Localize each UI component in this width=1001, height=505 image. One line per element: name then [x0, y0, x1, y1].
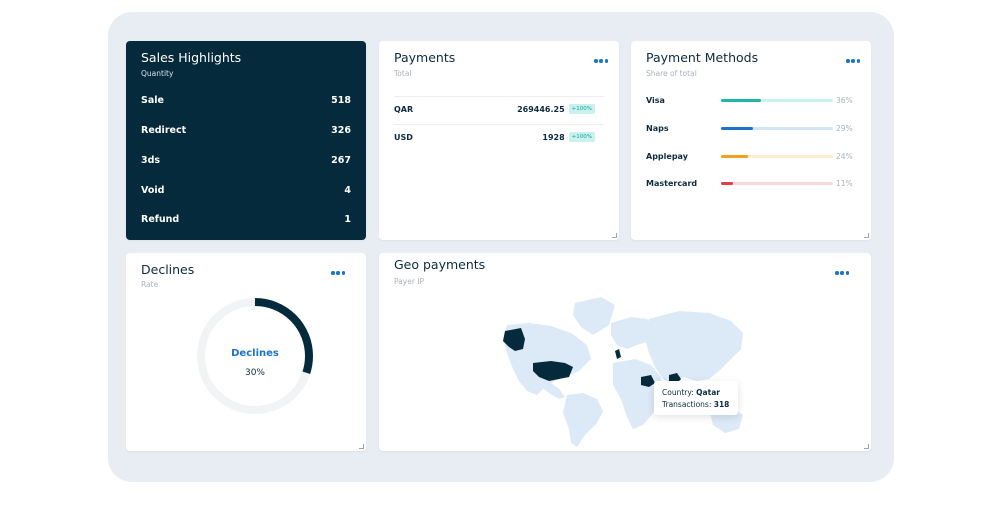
payment-methods-card: Payment Methods Share of total Visa 36% Na… — [631, 41, 871, 240]
card-title: Payments — [394, 50, 456, 65]
sales-row: Refund 1 — [141, 214, 351, 225]
resize-grip-icon[interactable] — [612, 233, 617, 238]
sales-row-label: Void — [141, 185, 165, 196]
sales-row-label: Sale — [141, 95, 164, 106]
map-greenland[interactable] — [573, 297, 615, 335]
payments-card: Payments Total QAR 269446.25 +100% USD 1… — [379, 41, 619, 240]
card-subtitle: Quantity — [141, 69, 174, 78]
payment-method-name: Visa — [646, 96, 665, 105]
tooltip-transactions: 318 — [713, 400, 730, 409]
card-title: Payment Methods — [646, 50, 759, 65]
donut-center-value: 30% — [244, 368, 265, 378]
sales-row-label: Redirect — [141, 125, 187, 136]
tooltip-country: Qatar — [696, 388, 720, 397]
map-south-america[interactable] — [563, 393, 603, 447]
payment-currency: USD — [394, 132, 413, 142]
declines-card: Declines Rate Declines 30% — [126, 253, 366, 451]
payment-method-bar — [721, 155, 833, 158]
change-badge: +100% — [568, 132, 595, 142]
payment-row: USD 1928 +100% — [394, 132, 595, 142]
card-subtitle: Share of total — [646, 69, 697, 78]
payment-method-name: Applepay — [646, 152, 688, 161]
payment-method-bar — [721, 99, 833, 102]
payment-amount: 1928 — [542, 132, 565, 142]
sales-row: Redirect 326 — [141, 125, 351, 136]
sales-row: Void 4 — [141, 185, 351, 196]
sales-row: 3ds 267 — [141, 155, 351, 166]
map-central-america[interactable] — [539, 381, 565, 399]
payment-method-bar-fill — [721, 127, 754, 130]
resize-grip-icon[interactable] — [359, 444, 364, 449]
payment-method-bar-fill — [721, 155, 748, 158]
sales-row-value: 326 — [331, 125, 351, 136]
payment-method-row: Naps 29% — [646, 124, 856, 136]
payment-method-row: Applepay 24% — [646, 152, 856, 164]
map-asia[interactable] — [645, 311, 743, 385]
payment-row: QAR 269446.25 +100% — [394, 104, 595, 114]
payment-currency: QAR — [394, 104, 414, 114]
payment-amount: 269446.25 — [517, 104, 565, 114]
more-options-icon[interactable] — [594, 59, 608, 63]
sales-row: Sale 518 — [141, 95, 351, 106]
payment-method-bar — [721, 127, 833, 130]
divider — [394, 124, 604, 125]
map-uk[interactable] — [615, 349, 621, 359]
sales-row-label: 3ds — [141, 155, 161, 166]
more-options-icon[interactable] — [846, 59, 860, 63]
payment-method-row: Mastercard 11% — [646, 179, 856, 191]
sales-row-value: 4 — [344, 185, 351, 196]
world-map[interactable] — [379, 253, 871, 451]
geo-payments-card: Geo payments Payer IP — [379, 253, 871, 451]
payment-method-pct: 11% — [836, 179, 853, 188]
sales-row-value: 1 — [344, 214, 351, 225]
payment-method-pct: 24% — [836, 152, 853, 161]
resize-grip-icon[interactable] — [864, 444, 869, 449]
card-title: Sales Highlights — [141, 50, 242, 65]
sales-row-value: 267 — [331, 155, 351, 166]
payment-method-bar-fill — [721, 182, 734, 185]
payment-method-bar-fill — [721, 99, 762, 102]
donut-center-label: Declines — [231, 348, 279, 359]
tooltip-country-line: Country: Qatar — [662, 388, 720, 397]
change-badge: +100% — [568, 104, 595, 114]
card-subtitle: Total — [394, 69, 412, 78]
payment-method-row: Visa 36% — [646, 96, 856, 108]
sales-row-value: 518 — [331, 95, 351, 106]
payment-method-pct: 36% — [836, 96, 853, 105]
resize-grip-icon[interactable] — [864, 233, 869, 238]
payment-method-name: Naps — [646, 124, 669, 133]
divider — [394, 96, 604, 97]
tooltip-transactions-line: Transactions: 318 — [662, 400, 730, 409]
payment-method-name: Mastercard — [646, 179, 698, 188]
sales-row-label: Refund — [141, 214, 180, 225]
payment-method-pct: 29% — [836, 124, 853, 133]
sales-highlights-card: Sales Highlights Quantity Sale 518 Redir… — [126, 41, 366, 240]
payment-method-bar — [721, 182, 833, 185]
map-tooltip: Country: Qatar Transactions: 318 — [654, 381, 738, 415]
